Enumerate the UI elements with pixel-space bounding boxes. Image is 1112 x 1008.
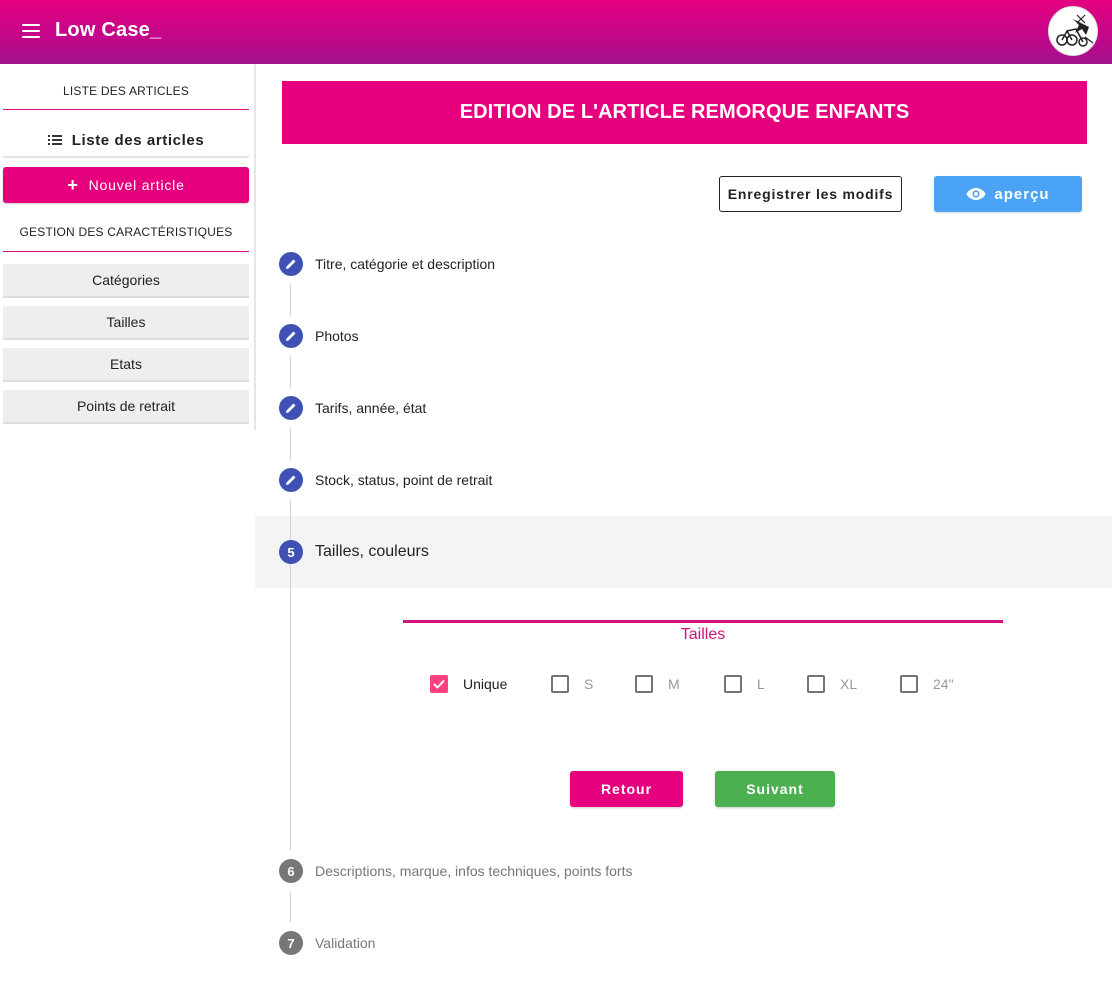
new-article-label: Nouvel article (88, 177, 185, 193)
save-changes-button[interactable]: Enregistrer les modifs (719, 176, 902, 212)
step-4-label[interactable]: Stock, status, point de retrait (315, 472, 492, 488)
step-1-edit-icon[interactable] (279, 252, 303, 276)
step-1-label[interactable]: Titre, catégorie et description (315, 256, 495, 272)
plus-icon: + (67, 175, 79, 195)
app-title: Low Case_ (55, 19, 162, 41)
next-button[interactable]: Suivant (715, 771, 835, 807)
pencil-icon (286, 403, 296, 413)
size-24-label[interactable]: 24" (933, 676, 954, 692)
sidebar-item-pickup-points[interactable]: Points de retrait (3, 390, 249, 424)
sidebar-item-label: Points de retrait (76, 398, 176, 414)
preview-button[interactable]: aperçu (934, 176, 1082, 212)
sidebar-item-label: Etats (110, 356, 142, 372)
step-2-label[interactable]: Photos (315, 328, 359, 344)
size-xl-checkbox[interactable] (807, 675, 825, 693)
eye-icon (966, 188, 986, 200)
size-s-checkbox[interactable] (551, 675, 569, 693)
page-title: EDITION DE L'ARTICLE REMORQUE ENFANTS (282, 81, 1087, 144)
step-connector (290, 284, 291, 316)
avatar[interactable] (1048, 6, 1098, 56)
step-connector (290, 892, 291, 922)
sidebar-item-categories[interactable]: Catégories (3, 264, 249, 298)
articles-list-button[interactable]: Liste des articles (3, 124, 249, 158)
menu-icon[interactable] (22, 24, 40, 38)
size-xl-label[interactable]: XL (840, 676, 857, 692)
preview-label: aperçu (994, 185, 1050, 203)
section-articles-heading: LISTE DES ARTICLES (3, 84, 249, 110)
step-connector (290, 564, 291, 850)
articles-list-label: Liste des articles (71, 131, 205, 149)
step-7-number: 7 (279, 931, 303, 955)
size-l-checkbox[interactable] (724, 675, 742, 693)
step-connector (290, 356, 291, 388)
step-3-label[interactable]: Tarifs, année, état (315, 400, 426, 416)
step-connector (290, 500, 291, 540)
sidebar-item-sizes[interactable]: Tailles (3, 306, 249, 340)
size-m-checkbox[interactable] (635, 675, 653, 693)
step-6-number: 6 (279, 859, 303, 883)
list-icon (47, 135, 62, 145)
pencil-icon (286, 259, 296, 269)
back-button[interactable]: Retour (570, 771, 683, 807)
bike-logo-icon (1056, 14, 1094, 47)
sidebar: LISTE DES ARTICLES Liste des articles + … (0, 64, 256, 430)
app-header: Low Case_ (0, 0, 1112, 64)
size-24-checkbox[interactable] (900, 675, 918, 693)
checkmark-icon (433, 679, 445, 689)
step-7-label: Validation (315, 935, 376, 951)
step-3-edit-icon[interactable] (279, 396, 303, 420)
sidebar-item-states[interactable]: Etats (3, 348, 249, 382)
step-6-label: Descriptions, marque, infos techniques, … (315, 863, 633, 879)
step-5-number: 5 (279, 540, 303, 564)
size-m-label[interactable]: M (668, 676, 680, 692)
size-unique-checkbox[interactable] (430, 675, 448, 693)
step-4-edit-icon[interactable] (279, 468, 303, 492)
pencil-icon (286, 475, 296, 485)
sidebar-item-label: Catégories (92, 272, 160, 288)
section-characteristics-heading: GESTION DES CARACTÉRISTIQUES (3, 225, 249, 252)
step-5-label: Tailles, couleurs (315, 543, 429, 560)
step-connector (290, 428, 291, 460)
sizes-title: Tailles (680, 626, 726, 643)
sidebar-item-label: Tailles (106, 314, 146, 330)
new-article-button[interactable]: + Nouvel article (3, 167, 249, 203)
pencil-icon (286, 331, 296, 341)
size-unique-label[interactable]: Unique (463, 676, 507, 692)
step-2-edit-icon[interactable] (279, 324, 303, 348)
size-l-label[interactable]: L (757, 676, 765, 692)
sizes-divider (403, 620, 1003, 623)
size-s-label[interactable]: S (584, 676, 593, 692)
